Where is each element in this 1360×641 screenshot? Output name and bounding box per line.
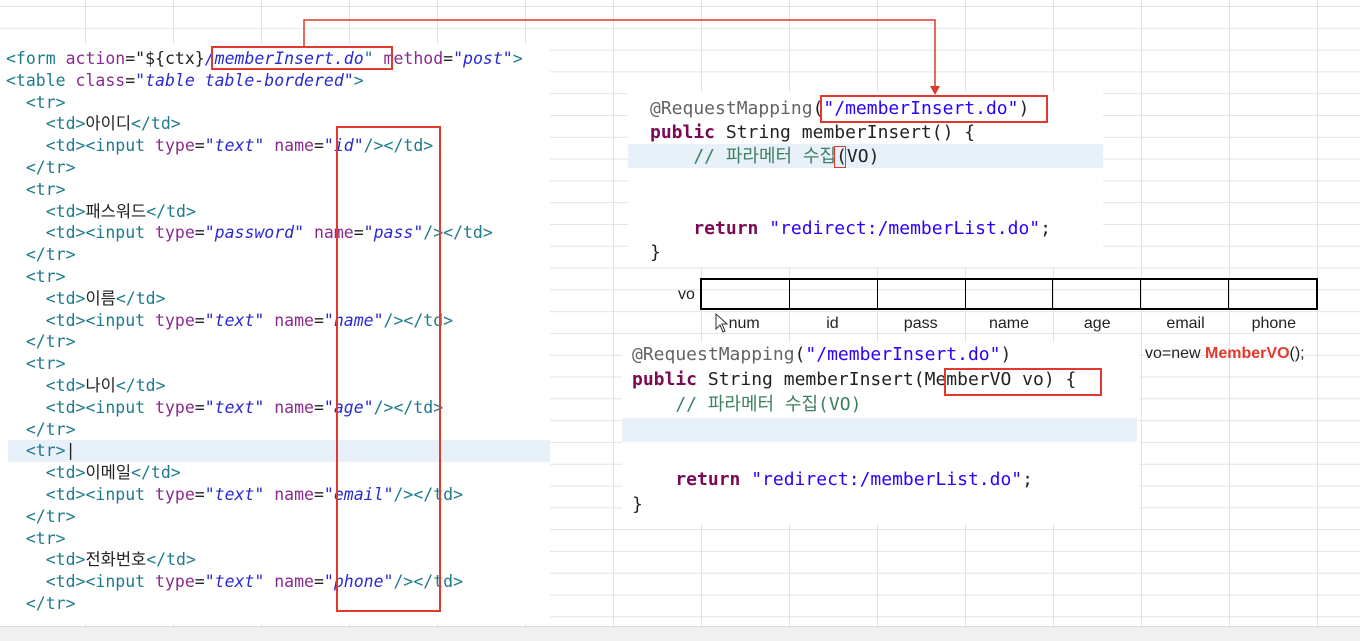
mouse-cursor-icon [715, 313, 729, 333]
connector-arrow [303, 19, 940, 95]
